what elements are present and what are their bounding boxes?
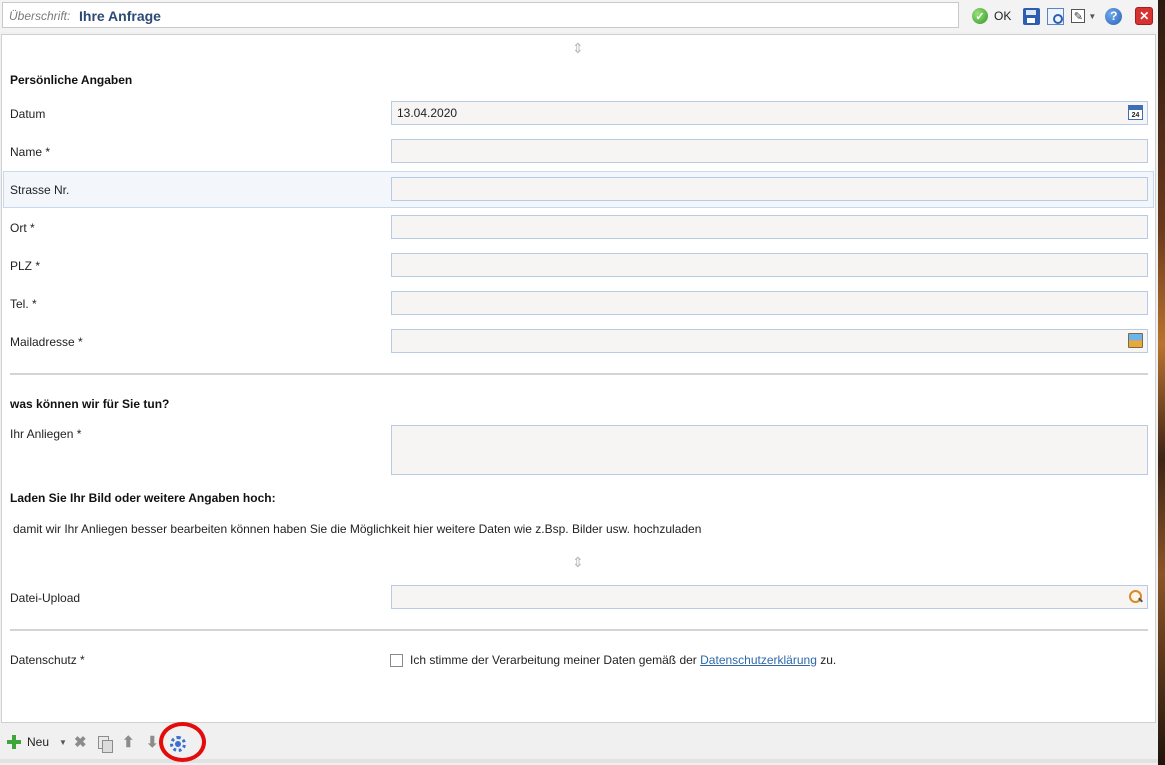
mail-field[interactable] <box>391 329 1148 353</box>
label-mail: Mailadresse * <box>10 335 83 349</box>
tel-field[interactable] <box>391 291 1148 315</box>
privacy-policy-link[interactable]: Datenschutzerklärung <box>700 653 817 667</box>
resize-handle-icon[interactable]: ⇕ <box>572 554 584 571</box>
consent-text-before: Ich stimme der Verarbeitung meiner Daten… <box>410 653 701 667</box>
datum-field[interactable]: 13.04.2020 24 <box>391 101 1148 125</box>
upload-field[interactable] <box>391 585 1148 609</box>
label-upload: Datei-Upload <box>10 591 81 605</box>
label-datenschutz: Datenschutz * <box>10 653 85 667</box>
divider <box>10 373 1148 375</box>
upload-note: damit wir Ihr Anliegen besser bearbeiten… <box>13 522 702 536</box>
label-name: Name * <box>10 145 51 159</box>
section-title-personal: Persönliche Angaben <box>10 73 133 87</box>
privacy-consent: Ich stimme der Verarbeitung meiner Daten… <box>390 653 836 667</box>
label-datum: Datum <box>10 107 46 121</box>
label-anliegen: Ihr Anliegen * <box>10 427 82 441</box>
consent-text-after: zu. <box>816 653 837 667</box>
divider <box>10 629 1148 631</box>
title-field[interactable]: Überschrift: Ihre Anfrage <box>2 2 959 28</box>
label-ort: Ort * <box>10 221 35 235</box>
save-icon[interactable] <box>1023 7 1041 25</box>
arrow-up-icon[interactable]: ⬆ <box>122 733 135 751</box>
form-panel: ⇕ Persönliche Angaben Datum 13.04.2020 2… <box>1 34 1156 723</box>
new-button[interactable]: Neu <box>7 735 49 749</box>
resize-handle-icon[interactable]: ⇕ <box>572 40 584 57</box>
header-toolbar: ✓ OK ✎ ▼ ? ✕ <box>972 6 1160 26</box>
privacy-checkbox[interactable] <box>390 653 403 667</box>
strasse-field[interactable] <box>391 177 1148 201</box>
datum-value: 13.04.2020 <box>397 106 458 120</box>
close-icon[interactable]: ✕ <box>1135 7 1154 25</box>
new-label: Neu <box>27 735 50 749</box>
section-title-upload: Laden Sie Ihr Bild oder weitere Angaben … <box>10 491 276 505</box>
label-tel: Tel. * <box>10 297 37 311</box>
chevron-down-icon[interactable]: ▼ <box>59 738 67 747</box>
section-title-request: was können wir für Sie tun? <box>10 397 170 411</box>
edit-icon[interactable]: ✎ <box>1071 9 1086 23</box>
plz-field[interactable] <box>391 253 1148 277</box>
help-icon[interactable]: ? <box>1105 7 1123 25</box>
preview-icon[interactable] <box>1047 7 1065 25</box>
anliegen-textarea[interactable] <box>391 425 1148 475</box>
form-title: Ihre Anfrage <box>79 8 161 24</box>
delete-icon[interactable]: ✖ <box>74 733 87 751</box>
plus-icon <box>7 735 21 749</box>
chevron-down-icon[interactable]: ▼ <box>1088 12 1096 21</box>
desktop-background-strip <box>1158 0 1165 765</box>
ort-field[interactable] <box>391 215 1148 239</box>
search-icon[interactable] <box>1128 589 1143 604</box>
copy-icon[interactable] <box>98 736 113 753</box>
form-header: Überschrift: Ihre Anfrage ✓ OK ✎ ▼ ? ✕ <box>0 0 1158 32</box>
image-icon[interactable] <box>1128 333 1143 348</box>
label-plz: PLZ * <box>10 259 41 273</box>
check-circle-icon[interactable]: ✓ <box>972 8 988 24</box>
calendar-icon[interactable]: 24 <box>1128 105 1143 120</box>
label-strasse: Strasse Nr. <box>10 183 70 197</box>
name-field[interactable] <box>391 139 1148 163</box>
ok-button[interactable]: OK <box>994 9 1011 23</box>
annotation-circle <box>159 722 206 762</box>
consent-text: Ich stimme der Verarbeitung meiner Daten… <box>410 653 836 667</box>
title-caption: Überschrift: <box>9 9 71 23</box>
arrow-down-icon[interactable]: ⬇ <box>146 733 159 751</box>
